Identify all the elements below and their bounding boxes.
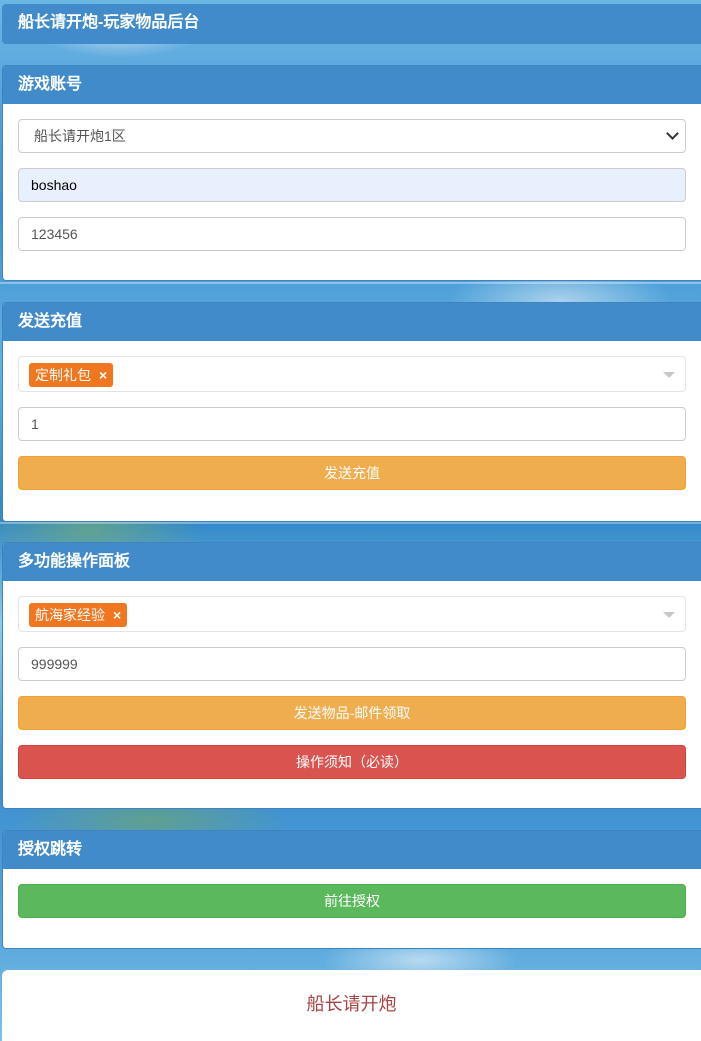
dropdown-arrow-icon[interactable] xyxy=(663,372,675,378)
send-recharge-button[interactable]: 发送充值 xyxy=(18,456,686,490)
chevron-down-icon xyxy=(666,127,679,140)
background-stripe xyxy=(0,282,701,284)
item-quantity-input[interactable]: 999999 xyxy=(18,647,686,681)
server-select-value: 船长请开炮1区 xyxy=(34,128,126,144)
item-select[interactable]: 航海家经验 × xyxy=(18,596,686,632)
server-select[interactable]: 船长请开炮1区 xyxy=(18,119,686,153)
recharge-panel: 发送充值 定制礼包 × 1 发送充值 xyxy=(2,302,701,522)
recharge-panel-title: 发送充值 xyxy=(3,303,701,341)
footer-text: 船长请开炮 xyxy=(306,994,397,1014)
recharge-item-select[interactable]: 定制礼包 × xyxy=(18,356,686,392)
tag-label: 定制礼包 xyxy=(35,367,91,383)
auth-panel: 授权跳转 前往授权 xyxy=(2,830,701,949)
account-panel-title: 游戏账号 xyxy=(3,66,701,104)
remove-tag-icon[interactable]: × xyxy=(113,603,121,627)
recharge-quantity-input[interactable]: 1 xyxy=(18,407,686,441)
page-title: 船长请开炮-玩家物品后台 xyxy=(2,4,701,44)
tag-label: 航海家经验 xyxy=(35,607,105,623)
username-value: boshao xyxy=(31,177,77,193)
background-stripe xyxy=(0,522,701,524)
recharge-quantity-value: 1 xyxy=(31,416,39,432)
account-panel-body: 船长请开炮1区 boshao 123456 xyxy=(3,104,701,280)
send-item-button[interactable]: 发送物品-邮件领取 xyxy=(18,696,686,730)
multi-function-panel: 多功能操作面板 航海家经验 × 999999 发送物品-邮件领取 操作须知（必读） xyxy=(2,542,701,809)
selected-tag: 航海家经验 × xyxy=(29,603,128,627)
account-panel: 游戏账号 船长请开炮1区 boshao 123456 xyxy=(2,65,701,281)
multi-panel-body: 航海家经验 × 999999 发送物品-邮件领取 操作须知（必读） xyxy=(3,581,701,808)
footer: 船长请开炮 xyxy=(2,970,701,1041)
item-quantity-value: 999999 xyxy=(31,656,78,672)
multi-panel-title: 多功能操作面板 xyxy=(3,543,701,581)
dropdown-arrow-icon[interactable] xyxy=(663,612,675,618)
selected-tag: 定制礼包 × xyxy=(29,363,114,387)
username-input[interactable]: boshao xyxy=(18,168,686,202)
auth-panel-body: 前往授权 xyxy=(3,869,701,948)
password-input[interactable]: 123456 xyxy=(18,217,686,251)
instructions-button[interactable]: 操作须知（必读） xyxy=(18,745,686,779)
remove-tag-icon[interactable]: × xyxy=(99,363,107,387)
auth-panel-title: 授权跳转 xyxy=(3,831,701,869)
go-authorize-button[interactable]: 前往授权 xyxy=(18,884,686,918)
password-value: 123456 xyxy=(31,226,78,242)
recharge-panel-body: 定制礼包 × 1 发送充值 xyxy=(3,341,701,520)
